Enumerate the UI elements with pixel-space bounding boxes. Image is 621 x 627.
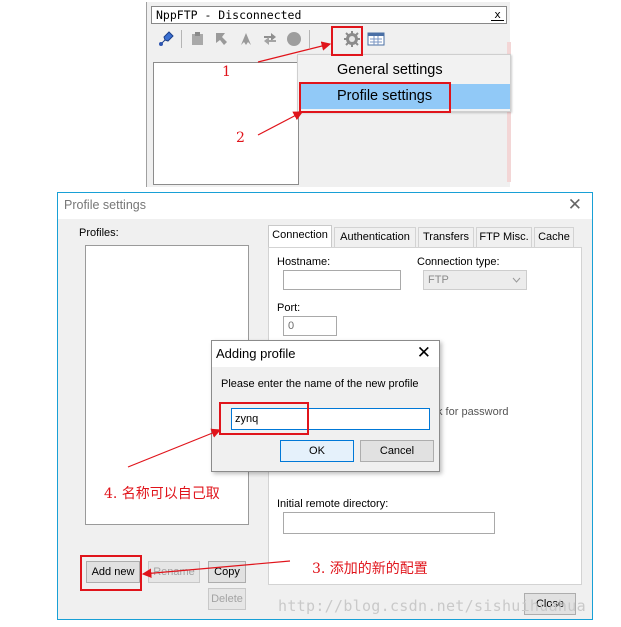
download-icon[interactable] <box>213 30 231 48</box>
abort-icon[interactable] <box>285 30 303 48</box>
tab-transfers[interactable]: Transfers <box>418 227 474 247</box>
port-input[interactable]: 0 <box>283 316 337 336</box>
initial-dir-input[interactable] <box>283 512 495 534</box>
close-icon[interactable]: ✕ <box>568 195 582 215</box>
connection-type-value: FTP <box>428 274 449 286</box>
tab-ftp-misc[interactable]: FTP Misc. <box>476 227 532 247</box>
cancel-button[interactable]: Cancel <box>360 440 434 462</box>
message-window-icon[interactable] <box>367 30 385 48</box>
annotation-step-4: 4. 名称可以自己取 <box>104 486 220 502</box>
toolbar-separator <box>309 30 310 48</box>
rename-button[interactable]: Rename <box>148 561 200 583</box>
nppftp-toolbar <box>153 28 503 52</box>
chevron-down-icon <box>512 277 521 283</box>
new-profile-prompt: Please enter the name of the new profile <box>221 378 419 390</box>
window-title: Profile settings <box>64 198 146 212</box>
annotation-step-1: 1 <box>222 64 231 80</box>
annotation-box-profile-settings <box>299 82 451 113</box>
profile-settings-titlebar: Profile settings ✕ <box>58 193 592 219</box>
hostname-input[interactable] <box>283 270 401 290</box>
annotation-box-profile-name <box>219 402 309 435</box>
disconnect-icon[interactable] <box>189 30 207 48</box>
copy-button[interactable]: Copy <box>208 561 246 583</box>
dialog-title: Adding profile <box>216 346 296 361</box>
close-icon[interactable]: ✕ <box>417 343 431 363</box>
profiles-label: Profiles: <box>79 227 119 239</box>
ftp-tree-view[interactable] <box>153 62 299 185</box>
nppftp-close-button[interactable]: x <box>491 8 504 21</box>
ok-button[interactable]: OK <box>280 440 354 462</box>
watermark: http://blog.csdn.net/sishuihuahua <box>278 597 586 615</box>
delete-button[interactable]: Delete <box>208 588 246 610</box>
tab-authentication[interactable]: Authentication <box>334 227 416 247</box>
port-label: Port: <box>277 302 301 314</box>
toolbar-separator <box>181 30 182 48</box>
connection-type-label: Connection type: <box>417 256 500 268</box>
annotation-step-3: 3. 添加的新的配置 <box>312 561 428 577</box>
upload-icon[interactable] <box>237 30 255 48</box>
menu-item-general-settings[interactable]: General settings <box>299 58 510 83</box>
initial-dir-label: Initial remote directory: <box>277 498 389 510</box>
hostname-label: Hostname: <box>277 256 331 268</box>
tab-cache[interactable]: Cache <box>534 227 574 247</box>
annotation-box-add-new <box>80 555 142 591</box>
refresh-icon[interactable] <box>261 30 279 48</box>
nppftp-titlebar: NppFTP - Disconnected x <box>151 6 507 24</box>
connect-icon[interactable] <box>157 30 175 48</box>
annotation-step-2: 2 <box>236 130 245 146</box>
adding-profile-titlebar: Adding profile ✕ <box>212 341 439 367</box>
connection-type-select[interactable]: FTP <box>423 270 527 290</box>
annotation-box-settings <box>331 26 363 56</box>
tab-connection[interactable]: Connection <box>268 225 332 248</box>
ask-password-label: k for password <box>437 406 509 418</box>
nppftp-title: NppFTP - Disconnected <box>156 8 302 22</box>
